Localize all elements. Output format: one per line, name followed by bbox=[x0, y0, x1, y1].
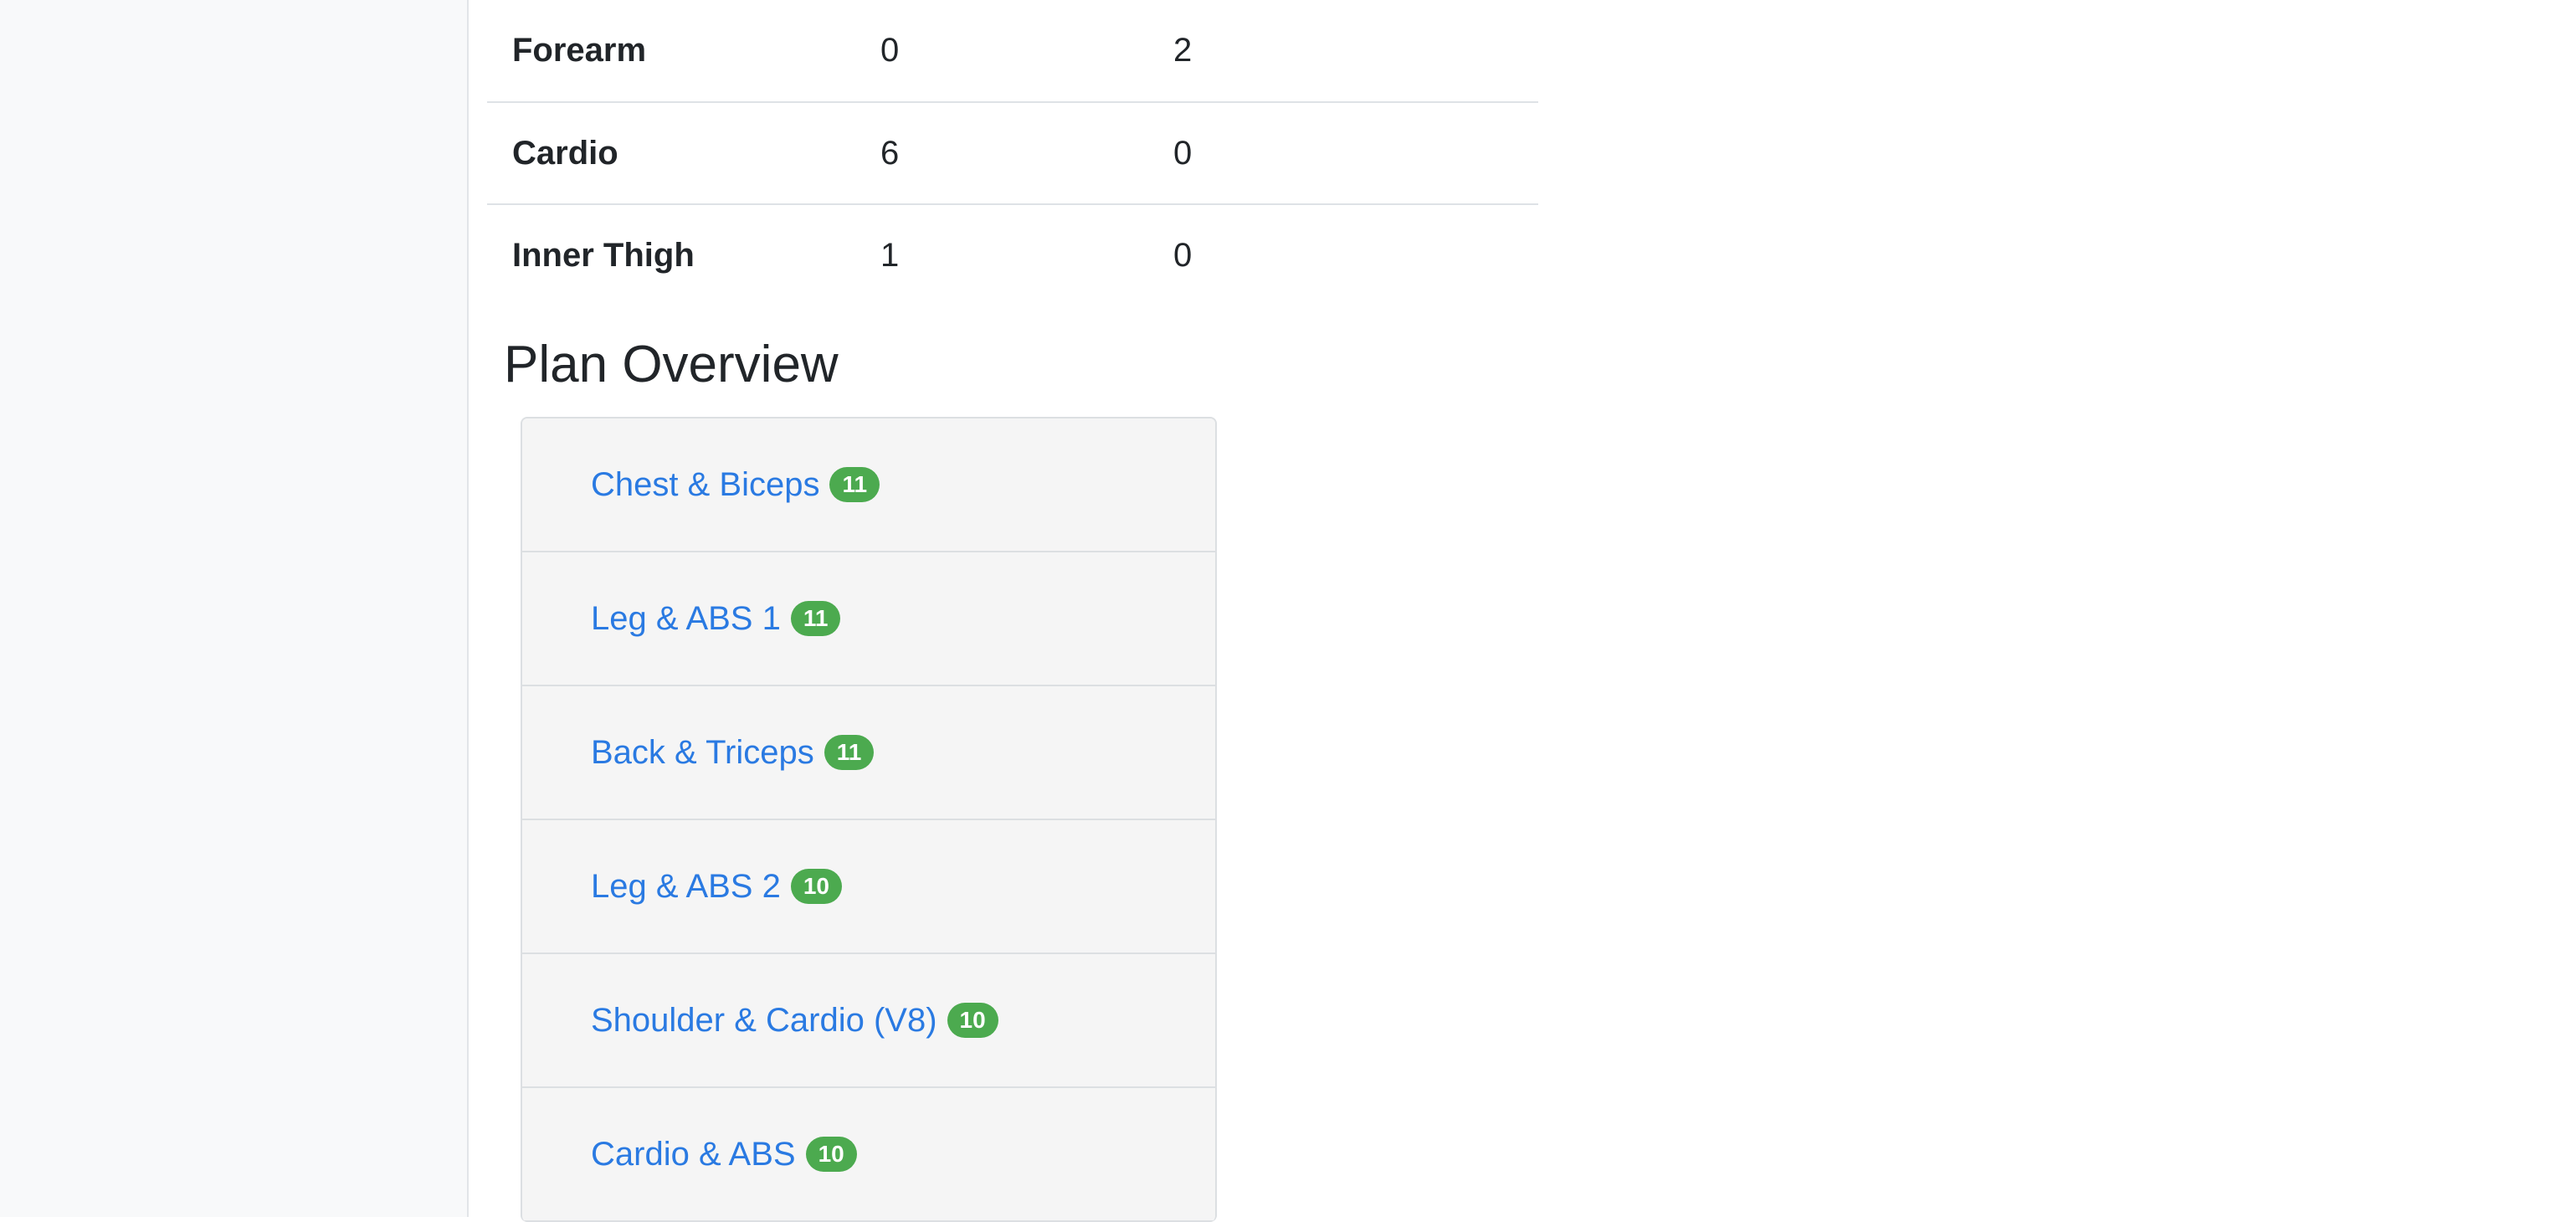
stat-value: 0 bbox=[880, 32, 900, 69]
plan-link-leg-abs-2[interactable]: Leg & ABS 2 bbox=[591, 868, 781, 906]
exercise-count-badge: 10 bbox=[947, 1003, 998, 1038]
plan-link-leg-abs-1[interactable]: Leg & ABS 1 bbox=[591, 600, 781, 638]
sidebar bbox=[0, 0, 469, 1217]
stat-value: 0 bbox=[1173, 134, 1193, 172]
table-row: Inner Thigh 1 0 bbox=[487, 204, 1538, 306]
list-item: Leg & ABS 1 11 bbox=[522, 552, 1215, 686]
muscle-name: Inner Thigh bbox=[512, 237, 695, 274]
plan-link-chest-biceps[interactable]: Chest & Biceps bbox=[591, 466, 819, 504]
muscle-stats-table: Forearm 0 2 Cardio 6 0 Inner Thigh 1 0 bbox=[487, 0, 1538, 306]
exercise-count-badge: 11 bbox=[824, 735, 875, 770]
table-row: Cardio 6 0 bbox=[487, 102, 1538, 204]
list-item: Shoulder & Cardio (V8) 10 bbox=[522, 954, 1215, 1088]
exercise-count-badge: 10 bbox=[805, 1137, 857, 1172]
plan-link-back-triceps[interactable]: Back & Triceps bbox=[591, 734, 814, 772]
muscle-name: Cardio bbox=[512, 134, 618, 172]
stat-value: 2 bbox=[1173, 32, 1193, 69]
plan-overview-title: Plan Overview bbox=[504, 336, 839, 393]
table-row: Forearm 0 2 bbox=[487, 0, 1538, 102]
stat-value: 0 bbox=[1173, 237, 1193, 274]
plan-link-shoulder-cardio[interactable]: Shoulder & Cardio (V8) bbox=[591, 1002, 937, 1040]
list-item: Back & Triceps 11 bbox=[522, 686, 1215, 820]
plan-list: Chest & Biceps 11 Leg & ABS 1 11 Back & … bbox=[521, 417, 1217, 1222]
list-item: Chest & Biceps 11 bbox=[522, 418, 1215, 552]
plan-link-cardio-abs[interactable]: Cardio & ABS bbox=[591, 1136, 796, 1173]
list-item: Leg & ABS 2 10 bbox=[522, 820, 1215, 954]
stat-value: 6 bbox=[880, 134, 900, 172]
exercise-count-badge: 11 bbox=[790, 601, 841, 636]
exercise-count-badge: 11 bbox=[829, 467, 880, 502]
exercise-count-badge: 10 bbox=[790, 869, 842, 904]
muscle-name: Forearm bbox=[512, 32, 647, 69]
main-content: Forearm 0 2 Cardio 6 0 Inner Thigh 1 0 P… bbox=[469, 0, 2576, 1222]
stat-value: 1 bbox=[880, 237, 900, 274]
list-item: Cardio & ABS 10 bbox=[522, 1088, 1215, 1222]
